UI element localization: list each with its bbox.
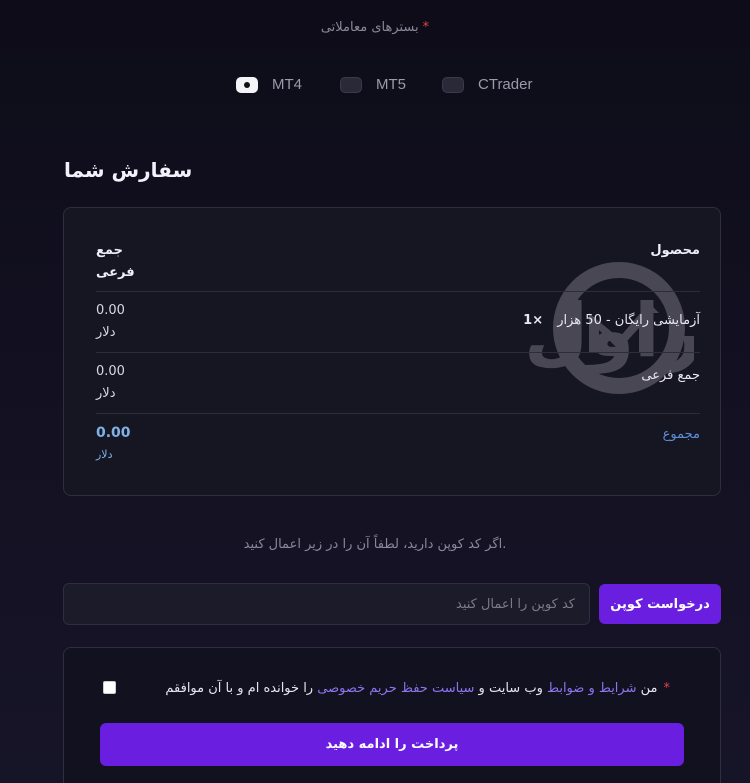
platform-field-label: *بسترهای معاملاتی — [320, 20, 430, 35]
terms-and-conditions-link[interactable]: شرایط و ضوابط — [547, 681, 637, 696]
divider — [96, 352, 700, 353]
radio-ctrader[interactable] — [442, 76, 464, 93]
platform-option-ctrader[interactable]: CTrader — [442, 76, 532, 93]
required-mark: * — [422, 20, 430, 35]
apply-coupon-button[interactable]: درخواست کوپن — [599, 584, 721, 624]
divider — [96, 291, 700, 292]
privacy-policy-link[interactable]: سیاست حفظ حریم خصوصی — [317, 681, 474, 696]
terms-required-mark: * — [663, 680, 671, 696]
continue-payment-button[interactable]: پرداخت را ادامه دهید — [100, 723, 684, 766]
item-name: آزمایشی رایگان - 50 هزار ×1 — [523, 313, 700, 328]
coupon-hint: .اگر کد کوپن دارید، لطفاً آن را در زیر ا… — [243, 537, 507, 552]
order-item-row: 0.00 دلار آزمایشی رایگان - 50 هزار ×1 — [96, 300, 700, 344]
subtotal-column-header: جمع فرعی — [96, 243, 135, 280]
platform-option-mt4[interactable]: MT4 — [236, 76, 302, 93]
radio-mt5[interactable] — [340, 76, 362, 93]
radio-mt4[interactable] — [236, 76, 258, 93]
radio-label-ctrader: CTrader — [478, 76, 533, 93]
subtotal-amount: 0.00 دلار — [96, 364, 125, 401]
divider — [96, 413, 700, 414]
total-row: 0.00 دلار مجموع — [96, 422, 700, 466]
subtotal-row: 0.00 دلار جمع فرعی — [96, 361, 700, 405]
platform-option-mt5[interactable]: MT5 — [340, 76, 406, 93]
terms-checkbox[interactable] — [103, 681, 116, 694]
terms-text: * من شرایط و ضوابط وب سایت و سیاست حفظ ح… — [165, 680, 671, 696]
total-label: مجموع — [662, 427, 700, 442]
item-quantity: ×1 — [523, 313, 544, 328]
radio-label-mt4: MT4 — [272, 76, 302, 93]
order-header-row: جمع فرعی محصول — [96, 240, 700, 284]
order-title: سفارش شما — [64, 158, 193, 182]
subtotal-label: جمع فرعی — [641, 368, 700, 383]
coupon-code-input[interactable] — [63, 583, 590, 625]
item-amount: 0.00 دلار — [96, 303, 125, 340]
product-column-header: محصول — [650, 243, 700, 258]
platform-radio-group: MT4 MT5 CTrader — [236, 74, 546, 98]
total-amount: 0.00 دلار — [96, 425, 131, 461]
radio-label-mt5: MT5 — [376, 76, 406, 93]
order-summary-card: بروکراول جمع فرعی محصول 0.00 دلار آزمایش… — [63, 207, 721, 496]
